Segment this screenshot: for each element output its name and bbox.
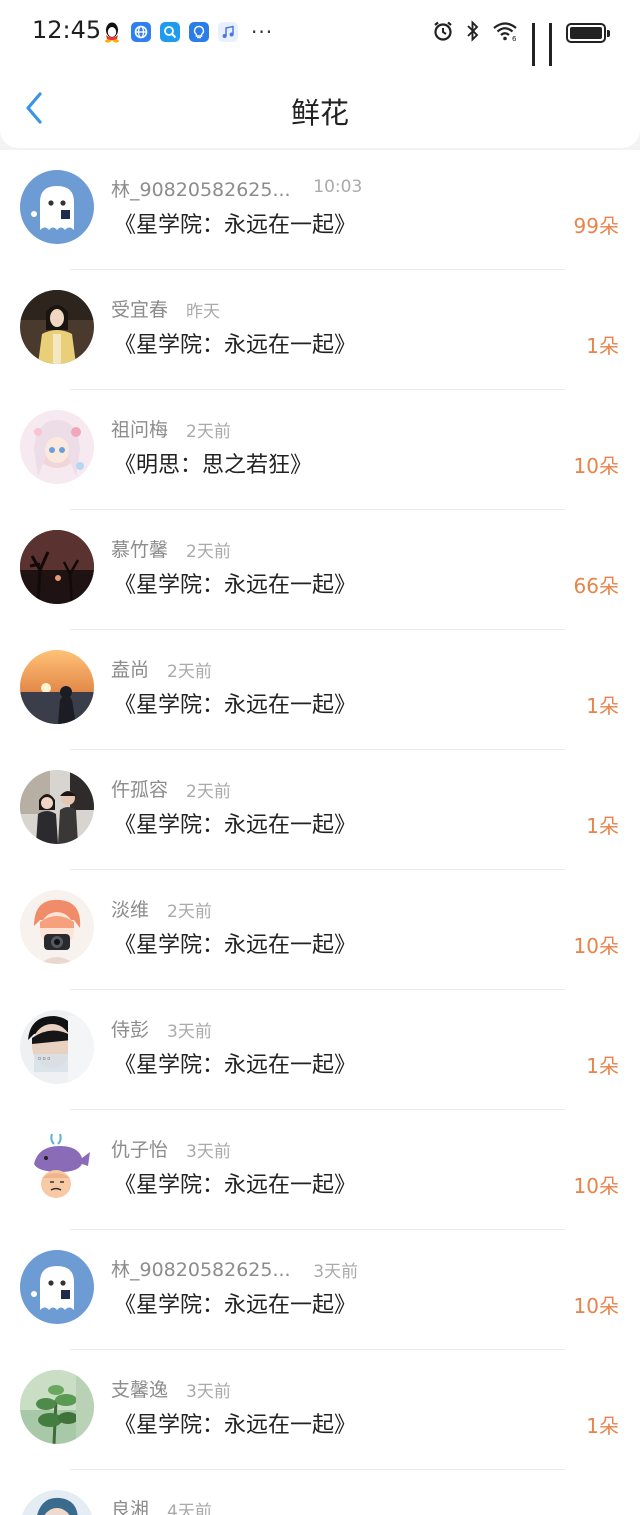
avatar[interactable] — [20, 1370, 94, 1444]
flower-count: 1朵 — [586, 814, 619, 838]
list-item[interactable]: 良湘 4天前 — [0, 1470, 640, 1515]
status-bar: 12:45 ··· 6 — [0, 0, 640, 86]
list-item[interactable]: 仵孤容 2天前《星学院：永远在一起》 1朵 — [0, 750, 640, 870]
avatar[interactable] — [20, 890, 94, 964]
avatar[interactable] — [20, 650, 94, 724]
list-item[interactable]: 淡维 2天前《星学院：永远在一起》 10朵 — [0, 870, 640, 990]
svg-text:6: 6 — [512, 35, 517, 42]
avatar[interactable] — [20, 1130, 94, 1204]
gift-time: 2天前 — [167, 902, 212, 922]
user-name: 侍彭 — [111, 1019, 150, 1041]
list-item[interactable]: 祖问梅 2天前《明思：思之若狂》 10朵 — [0, 390, 640, 510]
user-name: 受宜春 — [111, 299, 169, 321]
list-item[interactable]: 受宜春 昨天《星学院：永远在一起》 1朵 — [0, 270, 640, 390]
book-title: 《星学院：永远在一起》 — [114, 1053, 357, 1078]
browser-icon — [131, 22, 151, 42]
book-title: 《星学院：永远在一起》 — [114, 813, 357, 838]
more-notifications-icon: ··· — [251, 20, 274, 44]
flower-count: 10朵 — [573, 934, 619, 958]
list-item[interactable]: 支馨逸 3天前《星学院：永远在一起》 1朵 — [0, 1350, 640, 1470]
flower-list: 林_90820582625... 10:03 《星学院：永远在一起》 99朵受宜春 昨天… — [0, 150, 640, 1515]
avatar[interactable] — [20, 770, 94, 844]
gift-time: 2天前 — [186, 542, 231, 562]
flower-count: 1朵 — [586, 694, 619, 718]
flower-count: 10朵 — [573, 1294, 619, 1318]
svg-text:o o o: o o o — [38, 1056, 50, 1062]
system-status-icons: 6 — [420, 20, 610, 86]
music-icon — [218, 22, 238, 42]
tips-icon — [189, 22, 209, 42]
flower-count: 10朵 — [573, 1174, 619, 1198]
user-name: 林_90820582625... — [111, 1259, 291, 1281]
gift-time: 3天前 — [186, 1382, 231, 1402]
notification-icons: ··· — [102, 20, 273, 44]
status-time: 12:45 — [32, 16, 102, 44]
page-title: 鲜花 — [290, 96, 349, 130]
gift-time: 昨天 — [186, 302, 220, 322]
user-name: 淡维 — [111, 899, 150, 921]
flower-count: 1朵 — [586, 334, 619, 358]
avatar[interactable] — [20, 170, 94, 244]
gift-time: 3天前 — [186, 1142, 231, 1162]
user-name: 支馨逸 — [111, 1379, 169, 1401]
list-item[interactable]: 林_90820582625... 10:03 《星学院：永远在一起》 99朵 — [0, 150, 640, 270]
gift-time: 3天前 — [167, 1022, 212, 1042]
alarm-icon — [432, 20, 454, 46]
book-title: 《星学院：永远在一起》 — [114, 1173, 357, 1198]
bluetooth-icon — [466, 20, 480, 46]
book-title: 《星学院：永远在一起》 — [114, 333, 357, 358]
book-title: 《星学院：永远在一起》 — [114, 933, 357, 958]
book-title: 《星学院：永远在一起》 — [114, 693, 357, 718]
qq-icon — [102, 22, 122, 43]
list-item[interactable]: o o o 侍彭 3天前《星学院：永远在一起》 1朵 — [0, 990, 640, 1110]
user-name: 仵孤容 — [111, 779, 169, 801]
wifi-icon: 6 — [492, 20, 520, 46]
gift-time: 4天前 — [167, 1502, 212, 1515]
user-name: 盍尚 — [111, 659, 150, 681]
list-item[interactable]: 盍尚 2天前《星学院：永远在一起》 1朵 — [0, 630, 640, 750]
book-title: 《明思：思之若狂》 — [114, 453, 313, 478]
user-name: 仇子怡 — [111, 1139, 169, 1161]
gift-time: 2天前 — [186, 422, 231, 442]
signal-icon — [549, 23, 554, 86]
user-name: 祖问梅 — [111, 419, 169, 441]
list-item[interactable]: 仇子怡 3天前《星学院：永远在一起》 10朵 — [0, 1110, 640, 1230]
book-title: 《星学院：永远在一起》 — [114, 1293, 357, 1318]
avatar[interactable]: o o o — [20, 1010, 94, 1084]
user-name: 林_90820582625... — [111, 179, 291, 201]
list-item[interactable]: 林_90820582625... 3天前《星学院：永远在一起》 10朵 — [0, 1230, 640, 1350]
flower-count: 66朵 — [573, 574, 619, 598]
gift-time: 2天前 — [167, 662, 212, 682]
gift-time: 2天前 — [186, 782, 231, 802]
book-title: 《星学院：永远在一起》 — [114, 213, 357, 238]
avatar[interactable] — [20, 410, 94, 484]
gift-time: 3天前 — [313, 1262, 359, 1282]
avatar[interactable] — [20, 1250, 94, 1324]
avatar[interactable] — [20, 1490, 94, 1515]
search-app-icon — [160, 22, 180, 42]
list-item[interactable]: 慕竹馨 2天前《星学院：永远在一起》 66朵 — [0, 510, 640, 630]
flower-count: 10朵 — [573, 454, 619, 478]
flower-count: 1朵 — [586, 1054, 619, 1078]
flower-count: 99朵 — [573, 214, 619, 238]
avatar[interactable] — [20, 530, 94, 604]
header: 鲜花 — [0, 66, 640, 148]
battery-icon — [566, 23, 610, 43]
book-title: 《星学院：永远在一起》 — [114, 573, 357, 598]
user-name: 慕竹馨 — [111, 539, 169, 561]
flower-count: 1朵 — [586, 1414, 619, 1438]
avatar[interactable] — [20, 290, 94, 364]
user-name: 良湘 — [111, 1499, 150, 1515]
gift-time: 10:03 — [313, 177, 363, 197]
signal-icon — [532, 23, 537, 86]
book-title: 《星学院：永远在一起》 — [114, 1413, 357, 1438]
